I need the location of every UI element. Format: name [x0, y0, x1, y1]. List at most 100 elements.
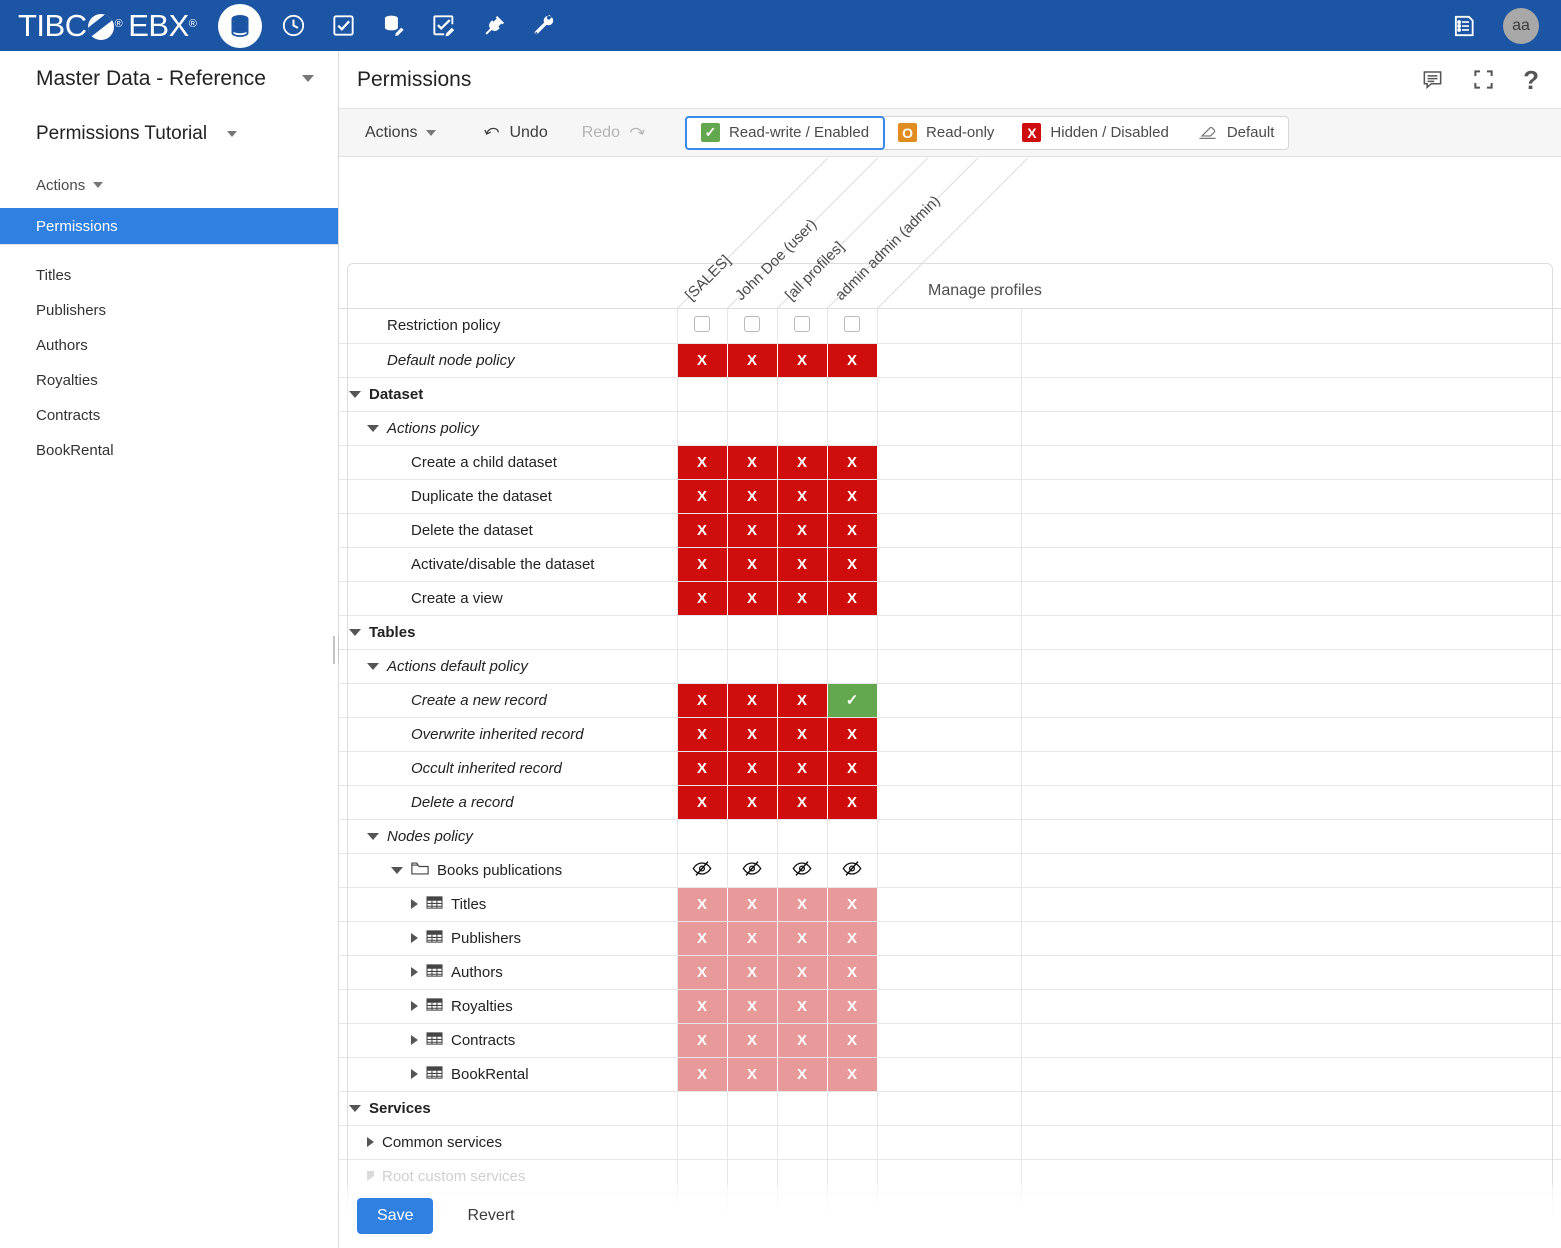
permission-cell[interactable]: X	[827, 581, 877, 615]
eye-slash-icon[interactable]	[741, 860, 763, 877]
permission-cell[interactable]: X	[827, 887, 877, 921]
twisty-collapsed-icon[interactable]	[411, 1069, 418, 1079]
sidebar-item-authors[interactable]: Authors	[0, 328, 338, 363]
task-icon[interactable]	[318, 1, 368, 51]
twisty-expanded-icon[interactable]	[349, 629, 361, 636]
eye-slash-icon[interactable]	[791, 860, 813, 877]
permission-cell[interactable]: X	[827, 955, 877, 989]
eye-slash-icon[interactable]	[691, 860, 713, 877]
permission-cell[interactable]: X	[777, 581, 827, 615]
permission-cell[interactable]: X	[727, 751, 777, 785]
permission-cell[interactable]: X	[727, 1023, 777, 1057]
permission-cell[interactable]: X	[727, 479, 777, 513]
permission-cell[interactable]: X	[727, 513, 777, 547]
permission-cell[interactable]: X	[827, 751, 877, 785]
dataspace-selector[interactable]: Master Data - Reference	[0, 51, 338, 106]
wrench-icon[interactable]	[518, 1, 568, 51]
visibility-cell[interactable]	[677, 853, 727, 887]
clock-icon[interactable]	[268, 1, 318, 51]
permission-cell[interactable]: X	[827, 989, 877, 1023]
twisty-collapsed-icon[interactable]	[411, 933, 418, 943]
permission-cell[interactable]: X	[777, 547, 827, 581]
visibility-cell[interactable]	[827, 853, 877, 887]
twisty-expanded-icon[interactable]	[349, 1105, 361, 1112]
workflow-icon[interactable]	[418, 1, 468, 51]
twisty-expanded-icon[interactable]	[391, 867, 403, 874]
visibility-cell[interactable]	[727, 853, 777, 887]
permission-cell[interactable]: X	[827, 717, 877, 751]
checkbox[interactable]	[844, 316, 860, 332]
restriction-checkbox-cell[interactable]	[827, 309, 877, 343]
permission-cell[interactable]: X	[677, 479, 727, 513]
permission-cell[interactable]: X	[677, 1023, 727, 1057]
twisty-collapsed-icon[interactable]	[411, 899, 418, 909]
permission-cell[interactable]: X	[727, 989, 777, 1023]
permission-cell[interactable]: X	[777, 683, 827, 717]
permission-cell[interactable]: X	[727, 547, 777, 581]
dataset-selector[interactable]: Permissions Tutorial	[0, 106, 338, 162]
permission-cell[interactable]: X	[827, 479, 877, 513]
twisty-expanded-icon[interactable]	[367, 833, 379, 840]
revert-button[interactable]: Revert	[461, 1206, 520, 1226]
checkbox[interactable]	[744, 316, 760, 332]
visibility-cell[interactable]	[777, 853, 827, 887]
permission-cell[interactable]: X	[777, 717, 827, 751]
permission-cell[interactable]: X	[777, 989, 827, 1023]
undo-button[interactable]: Undo	[472, 124, 559, 142]
permission-cell[interactable]: X	[677, 683, 727, 717]
permission-cell[interactable]: X	[727, 955, 777, 989]
permission-cell[interactable]: X	[777, 955, 827, 989]
restriction-checkbox-cell[interactable]	[727, 309, 777, 343]
permission-cell[interactable]: X	[827, 1023, 877, 1057]
data-model-icon[interactable]	[368, 1, 418, 51]
legend-default[interactable]: Default	[1183, 117, 1289, 149]
toolbar-actions-menu[interactable]: Actions	[351, 124, 450, 142]
permission-cell[interactable]: X	[727, 683, 777, 717]
permission-cell[interactable]: X	[827, 785, 877, 819]
permission-cell[interactable]: X	[827, 513, 877, 547]
legend-read-only[interactable]: O Read-only	[884, 117, 1008, 149]
sidebar-item-publishers[interactable]: Publishers	[0, 293, 338, 328]
permission-cell[interactable]: X	[727, 581, 777, 615]
manage-profiles-link[interactable]: Manage profiles	[928, 282, 1042, 300]
permission-cell[interactable]: X	[777, 1023, 827, 1057]
twisty-expanded-icon[interactable]	[367, 663, 379, 670]
checkbox[interactable]	[694, 316, 710, 332]
twisty-collapsed-icon[interactable]	[411, 1001, 418, 1011]
permission-cell[interactable]: X	[677, 513, 727, 547]
sidebar-actions-menu[interactable]: Actions	[0, 162, 338, 208]
permission-cell[interactable]: X	[827, 547, 877, 581]
permission-cell[interactable]: X	[777, 479, 827, 513]
sidebar-item-bookrental[interactable]: BookRental	[0, 433, 338, 468]
permission-cell[interactable]: X	[777, 751, 827, 785]
restriction-checkbox-cell[interactable]	[677, 309, 727, 343]
fullscreen-icon[interactable]	[1472, 68, 1495, 91]
permission-cell[interactable]: X	[727, 1057, 777, 1091]
permission-cell[interactable]: X	[677, 785, 727, 819]
sidebar-item-permissions[interactable]: Permissions	[0, 208, 338, 244]
permission-cell[interactable]: X	[727, 343, 777, 377]
comment-icon[interactable]	[1421, 68, 1444, 91]
twisty-expanded-icon[interactable]	[367, 425, 379, 432]
permission-cell[interactable]: X	[777, 513, 827, 547]
permission-cell[interactable]: X	[777, 343, 827, 377]
legend-read-write[interactable]: ✓ Read-write / Enabled	[685, 116, 885, 150]
column-header-sales[interactable]: [SALES]	[682, 252, 734, 304]
permission-cell[interactable]: X	[677, 751, 727, 785]
column-header-admin-admin[interactable]: admin admin (admin)	[832, 192, 944, 304]
permission-cell[interactable]: X	[827, 921, 877, 955]
permission-cell[interactable]: X	[827, 343, 877, 377]
twisty-collapsed-icon[interactable]	[367, 1137, 374, 1147]
sidebar-item-contracts[interactable]: Contracts	[0, 398, 338, 433]
sidebar-item-royalties[interactable]: Royalties	[0, 363, 338, 398]
permission-cell[interactable]: X	[677, 955, 727, 989]
legend-hidden-disabled[interactable]: X Hidden / Disabled	[1008, 117, 1182, 149]
permission-cell[interactable]: X	[677, 887, 727, 921]
permission-cell[interactable]: X	[677, 581, 727, 615]
permission-cell[interactable]: X	[777, 887, 827, 921]
save-button[interactable]: Save	[357, 1198, 433, 1234]
twisty-collapsed-icon[interactable]	[411, 1035, 418, 1045]
permission-cell[interactable]: X	[677, 445, 727, 479]
twisty-collapsed-icon[interactable]	[411, 967, 418, 977]
avatar[interactable]: aa	[1503, 8, 1539, 44]
